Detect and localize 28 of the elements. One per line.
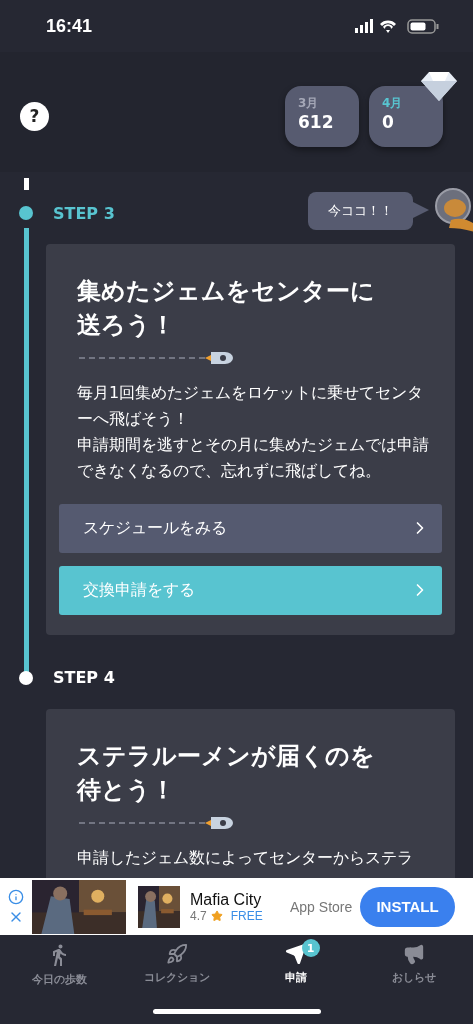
app-name: Mafia City [190,890,263,909]
step-label: STEP 4 [53,668,115,688]
tab-item[interactable]: 今日の歩数 [0,943,119,987]
install-button[interactable]: INSTALL [360,886,455,927]
status-time: 16:41 [46,15,93,37]
info-icon[interactable] [8,888,24,905]
card-text: 申請したジェム数によってセンターからステラ [77,846,414,869]
diamond-icon [421,69,457,102]
notification-badge: 1 [301,939,320,957]
card-title: ステラルーメンが届くのを待とう！ [77,740,376,806]
card-title: 集めたジェムをセンターに送ろう！ [77,276,376,342]
tab-item[interactable]: コレクション [118,943,237,987]
card-text: 毎月1回集めたジェムをロケットに乗せてセンターへ飛ばそう！ [77,382,425,431]
schedule-button[interactable]: スケジュールをみる [59,503,442,553]
megaphone-icon [402,943,425,965]
card-text: 申請期間を逃すとその月に集めたジェムでは申請できなくなるので、忘れずに飛ばしてね。 [77,433,430,482]
star-icon [210,909,223,922]
app-rating: 4.7 [190,908,207,923]
help-button[interactable]: ? [20,101,49,131]
tab-item[interactable]: おしらせ [354,943,473,987]
app-price: FREE [230,908,263,923]
store-name: App Store [290,898,353,915]
step-label: STEP 3 [53,203,115,223]
speech-bubble: 今ココ！！ [308,192,413,230]
rocket-icon [166,943,189,965]
month-gem-card[interactable]: 4月 0 [369,85,443,147]
month-gem-card[interactable]: 3月 612 [285,85,359,147]
bubble-tail-icon [413,202,429,218]
